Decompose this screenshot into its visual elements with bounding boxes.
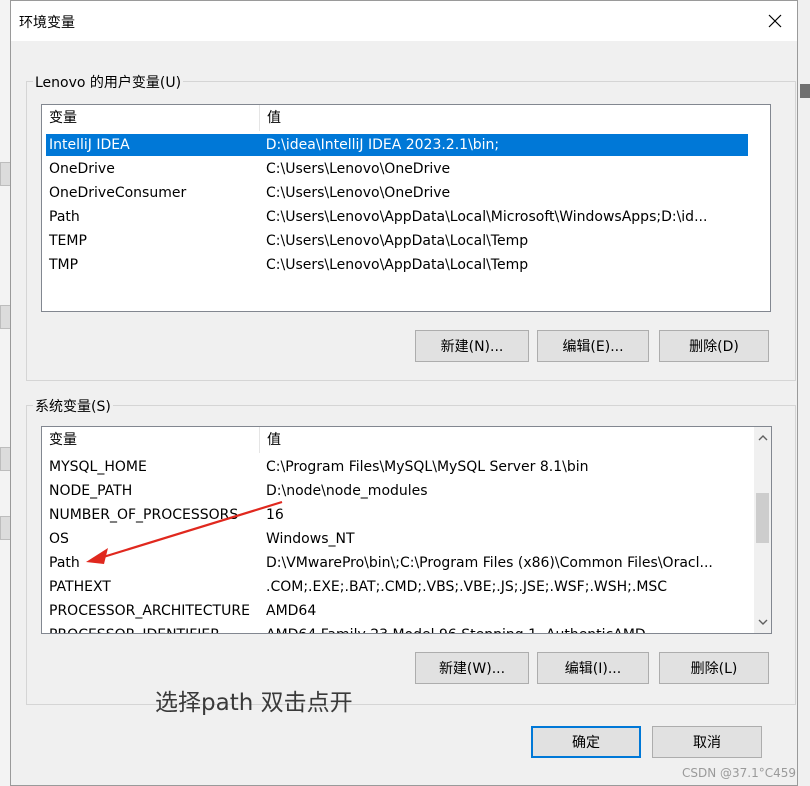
close-button[interactable]: [753, 1, 797, 41]
variable-value: C:\Users\Lenovo\OneDrive: [266, 161, 451, 177]
chevron-up-icon: [758, 435, 767, 441]
list-row[interactable]: IntelliJ IDEA D:\idea\IntelliJ IDEA 2023…: [46, 134, 748, 156]
variable-name: PATHEXT: [49, 579, 111, 595]
variable-value: C:\Users\Lenovo\AppData\Local\Temp: [266, 233, 529, 249]
variable-value: D:\node\node_modules: [266, 483, 428, 499]
variable-value: .COM;.EXE;.BAT;.CMD;.VBS;.VBE;.JS;.JSE;.…: [266, 579, 668, 595]
variable-value: C:\Users\Lenovo\AppData\Local\Temp: [266, 257, 529, 273]
variable-value: C:\Users\Lenovo\AppData\Local\Microsoft\…: [266, 209, 708, 225]
system-delete-button[interactable]: 删除(L): [659, 652, 769, 684]
variable-value: AMD64: [266, 603, 317, 619]
list-row[interactable]: NODE_PATH D:\node\node_modules: [46, 480, 749, 502]
system-variables-list[interactable]: 变量 值 MYSQL_HOME C:\Program Files\MySQL\M…: [41, 426, 772, 634]
user-new-button[interactable]: 新建(N)...: [415, 330, 529, 362]
variable-value: Windows_NT: [266, 531, 355, 547]
list-row[interactable]: Path C:\Users\Lenovo\AppData\Local\Micro…: [46, 206, 749, 228]
variable-name: TEMP: [49, 233, 87, 249]
variable-value: 16: [266, 507, 284, 523]
variable-value: D:\idea\IntelliJ IDEA 2023.2.1\bin;: [265, 137, 500, 153]
title-bar: 环境变量: [11, 1, 797, 41]
variable-name: NODE_PATH: [49, 483, 133, 499]
list-row[interactable]: OneDriveConsumer C:\Users\Lenovo\OneDriv…: [46, 182, 749, 204]
user-variables-list[interactable]: 变量 值 IntelliJ IDEA D:\idea\IntelliJ IDEA…: [41, 104, 771, 312]
list-row[interactable]: TMP C:\Users\Lenovo\AppData\Local\Temp: [46, 254, 749, 276]
list-row[interactable]: MYSQL_HOME C:\Program Files\MySQL\MySQL …: [46, 456, 749, 478]
variable-name: NUMBER_OF_PROCESSORS: [49, 507, 239, 523]
variable-name: MYSQL_HOME: [49, 459, 147, 475]
system-edit-button[interactable]: 编辑(I)...: [537, 652, 649, 684]
window-title: 环境变量: [19, 15, 75, 31]
close-icon: [768, 14, 782, 28]
scroll-thumb[interactable]: [756, 493, 769, 543]
cancel-button[interactable]: 取消: [652, 726, 762, 758]
column-header-value[interactable]: 值: [260, 105, 281, 131]
list-row[interactable]: Path D:\VMwarePro\bin\;C:\Program Files …: [46, 552, 749, 574]
variable-name: OneDrive: [49, 161, 115, 177]
system-variables-label: 系统变量(S): [33, 396, 113, 416]
variable-name: PROCESSOR_ARCHITECTURE: [49, 603, 250, 619]
vertical-scrollbar[interactable]: [754, 427, 771, 633]
variable-value: C:\Users\Lenovo\OneDrive: [266, 185, 451, 201]
variable-name: IntelliJ IDEA: [49, 137, 130, 153]
user-delete-button[interactable]: 删除(D): [659, 330, 769, 362]
scroll-up-button[interactable]: [754, 429, 771, 446]
variable-value: D:\VMwarePro\bin\;C:\Program Files (x86)…: [266, 555, 713, 571]
user-variables-label: Lenovo 的用户变量(U): [33, 72, 184, 92]
variable-name: PROCESSOR_IDENTIFIER: [46, 624, 263, 633]
list-row[interactable]: PROCESSOR_ARCHITECTURE AMD64: [46, 600, 749, 622]
list-header: 变量 值: [42, 427, 771, 454]
column-header-variable[interactable]: 变量: [42, 105, 260, 131]
list-row[interactable]: PROCESSOR_IDENTIFIER AMD64 Family 23 Mod…: [46, 624, 749, 633]
environment-variables-dialog: 环境变量 Lenovo 的用户变量(U) 变量 值 IntelliJ IDEA …: [10, 0, 798, 786]
background-window-right: [796, 0, 810, 786]
variable-name: TMP: [49, 257, 79, 273]
annotation-text: 选择path 双击点开: [155, 690, 353, 716]
chevron-down-icon: [758, 619, 767, 625]
variable-name: OneDriveConsumer: [49, 185, 187, 201]
variable-name: Path: [49, 209, 80, 225]
list-row[interactable]: OneDrive C:\Users\Lenovo\OneDrive: [46, 158, 749, 180]
system-new-button[interactable]: 新建(W)...: [415, 652, 529, 684]
list-header: 变量 值: [42, 105, 770, 132]
watermark: CSDN @37.1°C459: [681, 766, 796, 780]
variable-name: OS: [49, 531, 69, 547]
list-row[interactable]: TEMP C:\Users\Lenovo\AppData\Local\Temp: [46, 230, 749, 252]
user-edit-button[interactable]: 编辑(E)...: [537, 330, 649, 362]
variable-value: C:\Program Files\MySQL\MySQL Server 8.1\…: [266, 459, 589, 475]
list-row[interactable]: OS Windows_NT: [46, 528, 749, 550]
background-fragment: [800, 84, 810, 98]
list-row[interactable]: PATHEXT .COM;.EXE;.BAT;.CMD;.VBS;.VBE;.J…: [46, 576, 749, 598]
variable-value: AMD64 Family 23 Model 96 Stepping 1, Aut…: [263, 624, 749, 633]
list-row[interactable]: NUMBER_OF_PROCESSORS 16: [46, 504, 749, 526]
variable-name: Path: [49, 555, 80, 571]
column-header-value[interactable]: 值: [260, 427, 281, 453]
ok-button[interactable]: 确定: [531, 726, 641, 758]
column-header-variable[interactable]: 变量: [42, 427, 260, 453]
scroll-down-button[interactable]: [754, 614, 771, 631]
